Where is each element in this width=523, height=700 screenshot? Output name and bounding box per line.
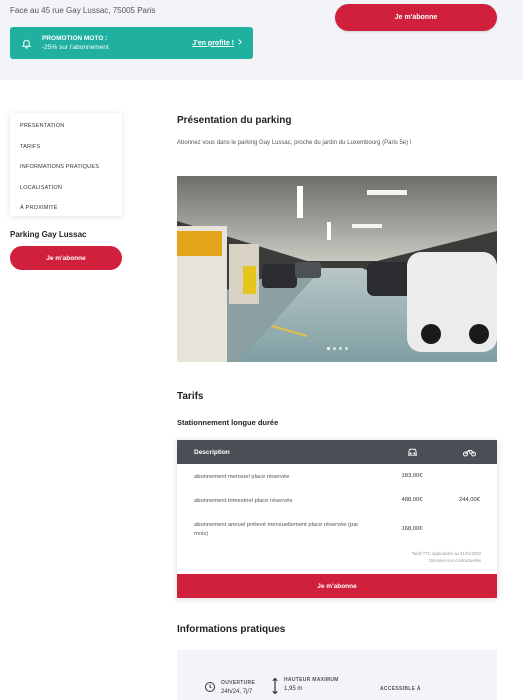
promo-title: PROMOTION MOTO : — [42, 35, 108, 42]
chevron-right-icon — [237, 39, 243, 47]
car-icon — [382, 447, 442, 457]
infos-panel: OUVERTURE 24h/24, 7j/7 HAUTEUR MAXIMUM 1… — [177, 650, 497, 700]
promo-cta-label: J'en profite ! — [192, 39, 234, 47]
row-car-price: 488,00€ — [401, 497, 423, 503]
tarifs-subtitle: Stationnement longue durée — [177, 418, 279, 427]
carousel-dot[interactable] — [332, 347, 336, 350]
parking-photo — [177, 176, 497, 362]
subscribe-button-top[interactable]: Je m'abonne — [335, 4, 497, 31]
tarifs-note-line: Données non contractuelles — [429, 557, 481, 563]
parking-photo-carousel[interactable] — [177, 176, 497, 362]
row-moto-price — [442, 473, 497, 482]
presentation-title: Présentation du parking — [177, 115, 292, 126]
column-header-description: Description — [194, 448, 230, 456]
nav-item-a-proximite[interactable]: À PROXIMITÉ — [10, 198, 122, 219]
height-arrows-icon — [271, 677, 279, 700]
nav-item-localisation[interactable]: LOCALISATION — [10, 178, 122, 199]
row-description: abonnement annuel prélevé mensuellement … — [194, 522, 359, 537]
parking-address: Face au 45 rue Gay Lussac, 75005 Paris — [10, 6, 156, 15]
info-access: ACCESSIBLE À — [380, 686, 421, 692]
promo-subtitle: -25% sur l'abonnement — [42, 44, 109, 51]
carousel-dot[interactable] — [344, 347, 348, 350]
height-label: HAUTEUR MAXIMUM — [284, 677, 339, 683]
clock-icon — [204, 680, 216, 698]
row-description: abonnement mensuel place réservée — [194, 474, 290, 480]
tarifs-table: Description abonnement mensuel place rés… — [177, 440, 497, 598]
promo-cta-link[interactable]: J'en profite ! — [192, 39, 243, 47]
infos-title: Informations pratiques — [177, 624, 286, 635]
subscribe-button-sidebar[interactable]: Je m'abonne — [10, 246, 122, 270]
table-row: abonnement trimestriel place réservée 48… — [177, 497, 497, 506]
row-moto-price — [442, 521, 497, 539]
nav-item-presentation[interactable]: PRÉSENTATION — [10, 116, 122, 137]
height-value: 1,95 m — [284, 686, 303, 692]
nav-item-informations-pratiques[interactable]: INFORMATIONS PRATIQUES — [10, 157, 122, 178]
table-header: Description — [177, 440, 497, 464]
promo-text: PROMOTION MOTO : -25% sur l'abonnement — [42, 34, 192, 52]
row-car-price: 168,00€ — [401, 526, 423, 532]
subscribe-button-tarifs[interactable]: Je m'abonne — [177, 574, 497, 598]
sidebar-parking-name: Parking Gay Lussac — [10, 230, 87, 239]
page-section-nav: PRÉSENTATION TARIFS INFORMATIONS PRATIQU… — [10, 113, 122, 216]
presentation-text: Abonnez vous dans le parking Gay Lussac,… — [177, 140, 412, 146]
carousel-dot[interactable] — [326, 347, 330, 350]
tarifs-note-line: Tarifs TTC applicables au 01/01/2023 — [411, 551, 481, 556]
tarifs-note: Tarifs TTC applicables au 01/01/2023 Don… — [412, 551, 481, 564]
row-description: abonnement trimestriel place réservée — [194, 498, 293, 504]
carousel-dot[interactable] — [338, 347, 342, 350]
table-row: abonnement annuel prélevé mensuellement … — [177, 521, 497, 539]
opening-label: OUVERTURE — [221, 680, 256, 686]
tarifs-title: Tarifs — [177, 391, 204, 402]
nav-item-tarifs[interactable]: TARIFS — [10, 137, 122, 158]
carousel-dots — [177, 347, 497, 350]
motorbike-icon — [442, 447, 497, 457]
info-opening: OUVERTURE 24h/24, 7j/7 — [204, 680, 255, 698]
table-row: abonnement mensuel place réservée 183,00… — [177, 473, 497, 482]
promo-banner: PROMOTION MOTO : -25% sur l'abonnement J… — [10, 27, 253, 59]
row-moto-price: 244,00€ — [459, 497, 480, 503]
access-label: ACCESSIBLE À — [380, 686, 421, 692]
row-car-price: 183,00€ — [401, 473, 423, 479]
bell-icon — [20, 37, 32, 49]
info-height: HAUTEUR MAXIMUM 1,95 m — [271, 677, 339, 700]
opening-value: 24h/24, 7j/7 — [221, 689, 253, 695]
